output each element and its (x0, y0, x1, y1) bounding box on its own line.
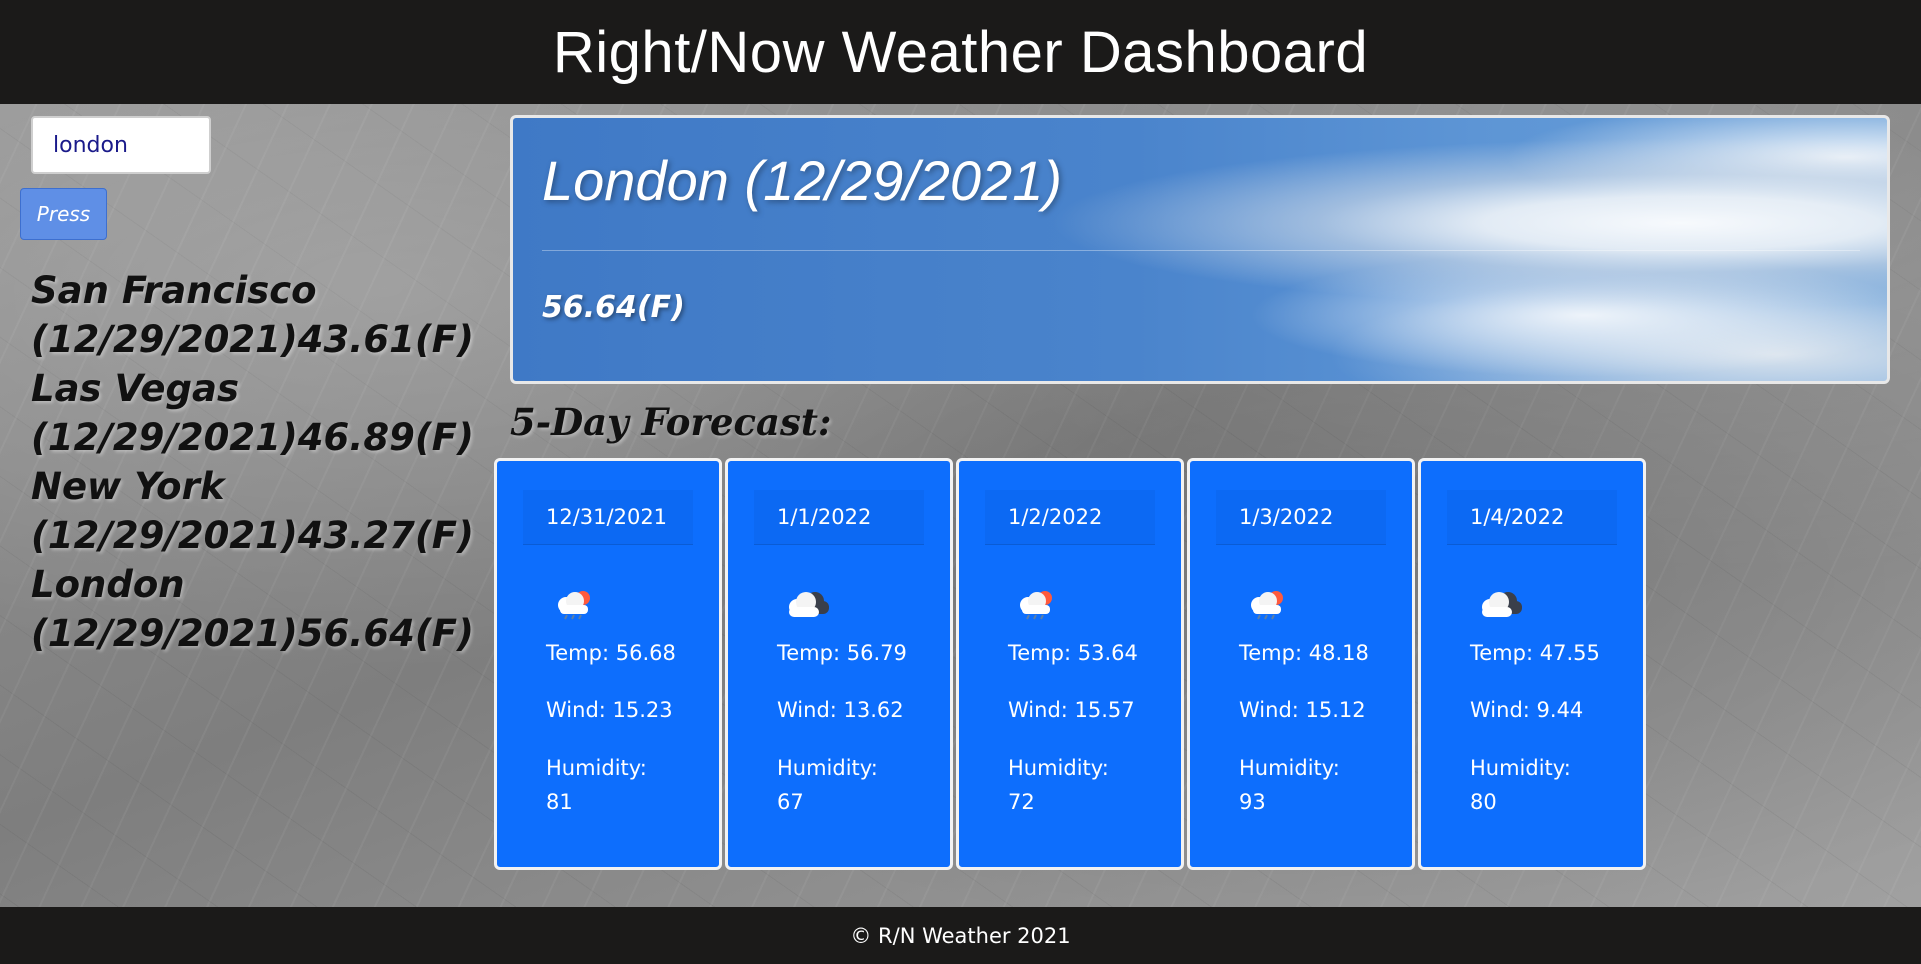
forecast-temp: Temp: 56.79 (777, 641, 907, 665)
current-temperature: 56.64(F) (542, 290, 685, 325)
humidity-label: Humidity: (777, 756, 878, 780)
humidity-value: 72 (1008, 790, 1035, 814)
forecast-wind: Wind: 15.12 (1239, 698, 1366, 722)
forecast-card-day-1: 12/31/2021 Temp: 56.68 Wind: 15.23 Humid… (494, 458, 722, 870)
history-reading: (12/29/2021)46.89(F) (31, 416, 474, 459)
humidity-label: Humidity: (1470, 756, 1571, 780)
forecast-card-day-4: 1/3/2022 Temp: 48.18 Wind: 15.12 Humidit… (1187, 458, 1415, 870)
history-city: London (31, 563, 185, 606)
forecast-date: 1/3/2022 (1216, 490, 1386, 545)
humidity-value: 81 (546, 790, 573, 814)
forecast-temp: Temp: 56.68 (546, 641, 676, 665)
cloud-sun-rain-icon (1020, 591, 1052, 620)
history-reading: (12/29/2021)56.64(F) (31, 612, 474, 655)
forecast-temp: Temp: 48.18 (1239, 641, 1369, 665)
humidity-label: Humidity: (1239, 756, 1340, 780)
forecast-date: 1/2/2022 (985, 490, 1155, 545)
forecast-humidity: Humidity: 81 (546, 751, 706, 819)
humidity-value: 80 (1470, 790, 1497, 814)
forecast-card-day-2: 1/1/2022 Temp: 56.79 Wind: 13.62 Humidit… (725, 458, 953, 870)
forecast-humidity: Humidity: 67 (777, 751, 937, 819)
forecast-date: 1/1/2022 (754, 490, 924, 545)
history-reading: (12/29/2021)43.27(F) (31, 514, 474, 557)
clouds-icon (1482, 592, 1522, 617)
history-item-san-francisco[interactable]: San Francisco (12/29/2021)43.61(F) (31, 266, 474, 364)
forecast-humidity: Humidity: 93 (1239, 751, 1399, 819)
history-item-london[interactable]: London (12/29/2021)56.64(F) (31, 560, 474, 658)
city-search-input[interactable] (31, 116, 211, 174)
search-button[interactable]: Press (20, 188, 107, 240)
humidity-value: 93 (1239, 790, 1266, 814)
cloud-sun-rain-icon (558, 591, 590, 620)
history-reading: (12/29/2021)43.61(F) (31, 318, 474, 361)
forecast-date: 12/31/2021 (523, 490, 693, 545)
history-city: Las Vegas (31, 367, 239, 410)
forecast-temp: Temp: 53.64 (1008, 641, 1138, 665)
humidity-label: Humidity: (546, 756, 647, 780)
forecast-row: 12/31/2021 Temp: 56.68 Wind: 15.23 Humid… (494, 458, 1649, 870)
forecast-wind: Wind: 15.23 (546, 698, 673, 722)
humidity-value: 67 (777, 790, 804, 814)
page-header: Right/Now Weather Dashboard (0, 0, 1921, 104)
history-item-las-vegas[interactable]: Las Vegas (12/29/2021)46.89(F) (31, 364, 474, 462)
card-divider (542, 250, 1860, 251)
forecast-humidity: Humidity: 72 (1008, 751, 1168, 819)
forecast-temp: Temp: 47.55 (1470, 641, 1600, 665)
cloud-sun-rain-icon (1251, 591, 1283, 620)
footer-copyright: © R/N Weather 2021 (850, 923, 1071, 948)
forecast-card-day-3: 1/2/2022 Temp: 53.64 Wind: 15.57 Humidit… (956, 458, 1184, 870)
clouds-icon (789, 592, 829, 617)
history-city: San Francisco (31, 269, 317, 312)
forecast-humidity: Humidity: 80 (1470, 751, 1630, 819)
current-city-title: London (12/29/2021) (542, 149, 1062, 212)
forecast-wind: Wind: 9.44 (1470, 698, 1584, 722)
history-item-new-york[interactable]: New York (12/29/2021)43.27(F) (31, 462, 474, 560)
page-title: Right/Now Weather Dashboard (552, 19, 1369, 85)
humidity-label: Humidity: (1008, 756, 1109, 780)
current-weather-card: London (12/29/2021) 56.64(F) (510, 115, 1890, 384)
forecast-heading: 5-Day Forecast: (510, 400, 832, 444)
page-footer: © R/N Weather 2021 (0, 907, 1921, 964)
forecast-card-day-5: 1/4/2022 Temp: 47.55 Wind: 9.44 Humidity… (1418, 458, 1646, 870)
forecast-date: 1/4/2022 (1447, 490, 1617, 545)
history-city: New York (31, 465, 225, 508)
search-history-list: San Francisco (12/29/2021)43.61(F) Las V… (31, 266, 474, 658)
forecast-wind: Wind: 13.62 (777, 698, 904, 722)
forecast-wind: Wind: 15.57 (1008, 698, 1135, 722)
